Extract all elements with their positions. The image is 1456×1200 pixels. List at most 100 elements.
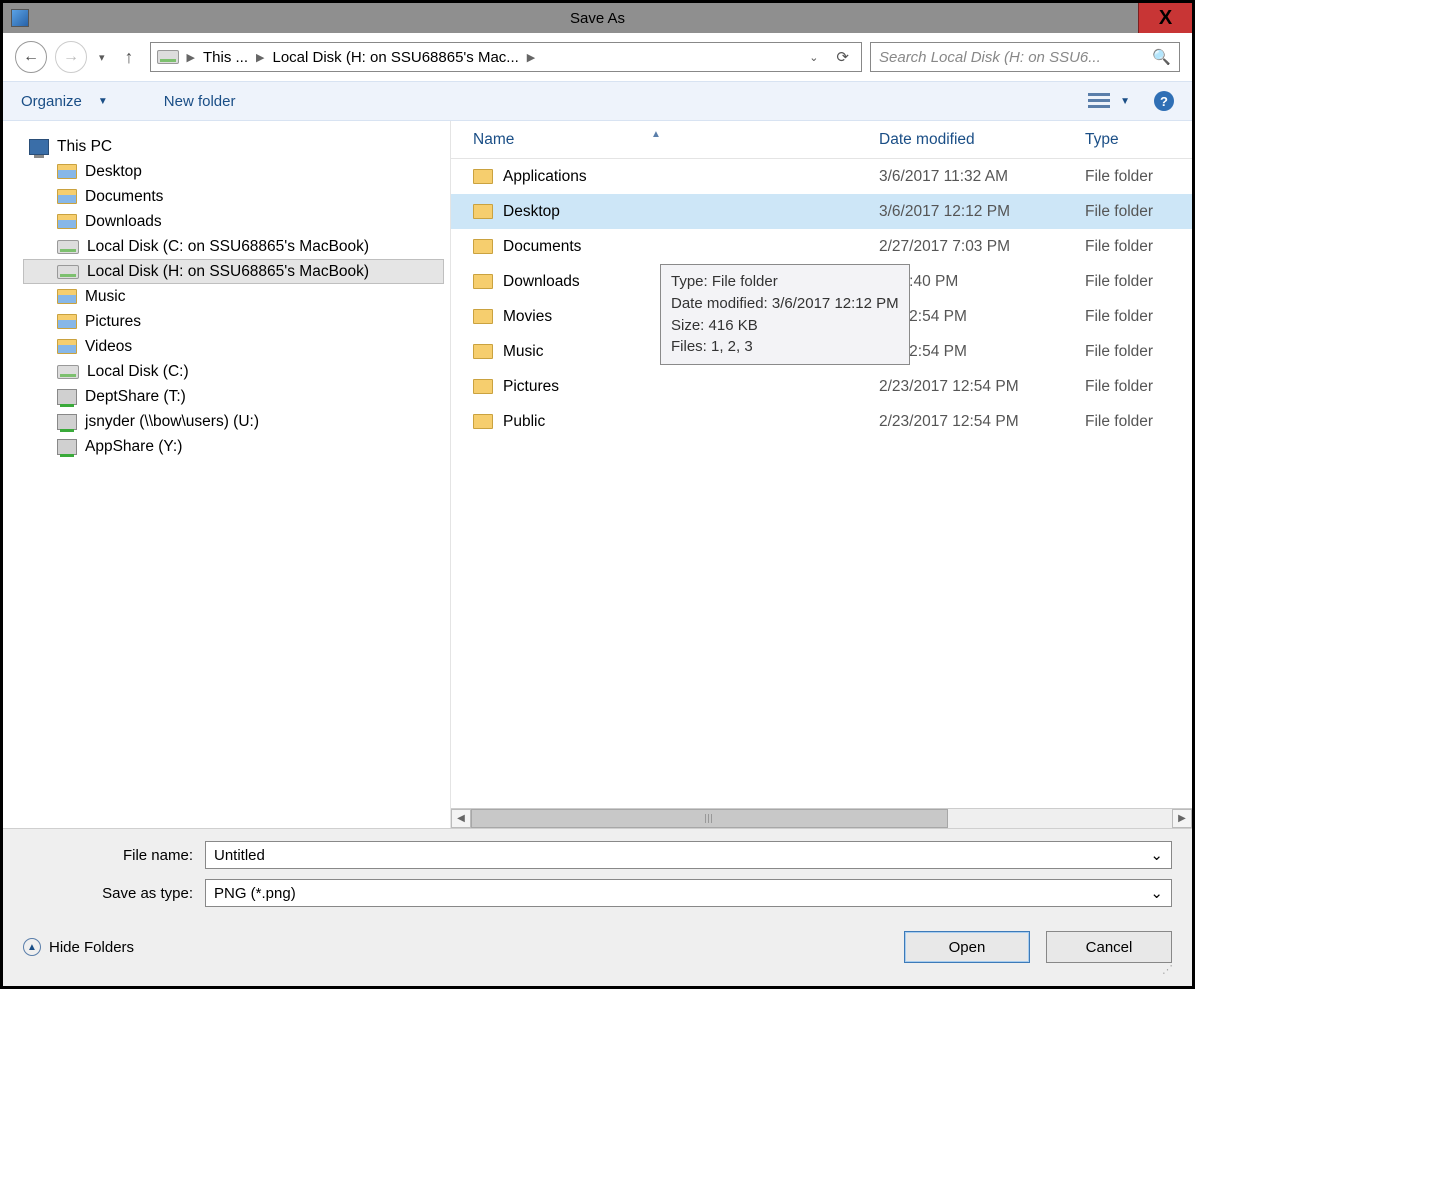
net-icon — [57, 439, 77, 455]
tree-root-label: This PC — [57, 138, 112, 156]
column-date[interactable]: Date modified — [879, 131, 1077, 149]
filename-value: Untitled — [214, 847, 265, 864]
organize-menu[interactable]: Organize ▼ — [21, 93, 108, 110]
forward-button[interactable]: → — [55, 41, 87, 73]
up-button[interactable]: ↑ — [117, 47, 142, 68]
tree-item-label: Local Disk (H: on SSU68865's MacBook) — [87, 263, 369, 281]
main-area: This PC Desktop Documents Downloads Local Di… — [3, 121, 1192, 828]
new-folder-button[interactable]: New folder — [164, 93, 236, 110]
file-name: Downloads — [503, 273, 580, 291]
tree-item[interactable]: Documents — [23, 184, 444, 209]
tree-item[interactable]: Desktop — [23, 159, 444, 184]
file-row[interactable]: Documents2/27/2017 7:03 PMFile folder — [451, 229, 1192, 264]
file-type: File folder — [1077, 273, 1192, 291]
column-type[interactable]: Type — [1077, 131, 1192, 149]
scroll-left-arrow[interactable]: ◀ — [451, 809, 471, 828]
save-as-type-select[interactable]: PNG (*.png) ⌄ — [205, 879, 1172, 907]
chevron-up-icon: ▲ — [23, 938, 41, 956]
cancel-button[interactable]: Cancel — [1046, 931, 1172, 963]
folder-icon — [473, 379, 493, 394]
file-type: File folder — [1077, 378, 1192, 396]
bottom-panel: File name: Untitled ⌄ Save as type: PNG … — [3, 828, 1192, 986]
tree-item-label: jsnyder (\\bow\users) (U:) — [85, 413, 259, 431]
tree-item-label: AppShare (Y:) — [85, 438, 182, 456]
file-name: Public — [503, 413, 545, 431]
address-bar[interactable]: ▶ This ... ▶ Local Disk (H: on SSU68865'… — [150, 42, 862, 72]
resize-grip[interactable]: ⋰ — [23, 963, 1172, 976]
breadcrumb-location[interactable]: Local Disk (H: on SSU68865's Mac... — [272, 49, 518, 66]
chevron-right-icon: ▶ — [254, 51, 266, 64]
file-row[interactable]: Pictures2/23/2017 12:54 PMFile folder — [451, 369, 1192, 404]
organize-label: Organize — [21, 93, 82, 110]
file-row[interactable]: Public2/23/2017 12:54 PMFile folder — [451, 404, 1192, 439]
hide-folders-toggle[interactable]: ▲ Hide Folders — [23, 938, 134, 956]
folder-blue-icon — [57, 189, 77, 204]
file-list[interactable]: Applications3/6/2017 11:32 AMFile folder… — [451, 159, 1192, 808]
folder-blue-icon — [57, 164, 77, 179]
folder-icon — [473, 204, 493, 219]
open-button[interactable]: Open — [904, 931, 1030, 963]
breadcrumb-root[interactable]: This ... — [203, 49, 248, 66]
tree-item[interactable]: jsnyder (\\bow\users) (U:) — [23, 409, 444, 434]
tree-item[interactable]: DeptShare (T:) — [23, 384, 444, 409]
tree-item-label: Videos — [85, 338, 132, 356]
tooltip-size: Size: 416 KB — [671, 315, 899, 337]
refresh-button[interactable]: ⟳ — [830, 48, 855, 66]
tree-item-label: Pictures — [85, 313, 141, 331]
column-name[interactable]: Name ▲ — [451, 131, 879, 149]
file-name: Desktop — [503, 203, 560, 221]
search-placeholder: Search Local Disk (H: on SSU6... — [879, 49, 1101, 66]
tree-item-label: Desktop — [85, 163, 142, 181]
file-row[interactable]: Desktop 3/6/2017 12:12 PMFile folder — [451, 194, 1192, 229]
help-button[interactable]: ? — [1154, 91, 1174, 111]
tree-item[interactable]: Pictures — [23, 309, 444, 334]
tree-root[interactable]: This PC — [23, 135, 444, 159]
file-type: File folder — [1077, 308, 1192, 326]
view-options-button[interactable]: ▼ — [1088, 93, 1130, 109]
file-type: File folder — [1077, 343, 1192, 361]
tooltip-type: Type: File folder — [671, 271, 899, 293]
scroll-track[interactable] — [471, 809, 1172, 828]
back-button[interactable]: ← — [15, 41, 47, 73]
chevron-down-icon[interactable]: ⌄ — [1150, 846, 1163, 864]
tree-item-label: Downloads — [85, 213, 162, 231]
tree-item[interactable]: Downloads — [23, 209, 444, 234]
tree-item-label: Local Disk (C: on SSU68865's MacBook) — [87, 238, 369, 256]
file-name: Movies — [503, 308, 552, 326]
file-date: 3/6/2017 12:12 PM — [879, 203, 1077, 221]
save-as-type-label: Save as type: — [23, 885, 205, 902]
tree-item[interactable]: Local Disk (C:) — [23, 359, 444, 384]
nav-tree[interactable]: This PC Desktop Documents Downloads Local Di… — [3, 121, 450, 828]
save-as-type-value: PNG (*.png) — [214, 885, 296, 902]
recent-locations-dropdown[interactable]: ▾ — [95, 51, 109, 64]
pc-icon — [29, 139, 49, 155]
tree-item[interactable]: Videos — [23, 334, 444, 359]
file-date: 2/27/2017 7:03 PM — [879, 238, 1077, 256]
file-row[interactable]: Applications3/6/2017 11:32 AMFile folder — [451, 159, 1192, 194]
folder-icon — [473, 414, 493, 429]
chevron-down-icon[interactable]: ⌄ — [1150, 884, 1163, 902]
tree-item[interactable]: Music — [23, 284, 444, 309]
scroll-thumb[interactable] — [471, 809, 948, 828]
tree-item[interactable]: AppShare (Y:) — [23, 434, 444, 459]
tree-item[interactable]: Local Disk (C: on SSU68865's MacBook) — [23, 234, 444, 259]
drive-icon — [57, 240, 79, 254]
file-date: 3/6/2017 11:32 AM — [879, 168, 1077, 186]
tree-item[interactable]: Local Disk (H: on SSU68865's MacBook) — [23, 259, 444, 284]
address-dropdown[interactable]: ⌄ — [803, 51, 824, 64]
scroll-right-arrow[interactable]: ▶ — [1172, 809, 1192, 828]
folder-icon — [473, 344, 493, 359]
window-title: Save As — [3, 10, 1192, 27]
tree-item-label: Documents — [85, 188, 163, 206]
file-type: File folder — [1077, 238, 1192, 256]
tree-item-label: DeptShare (T:) — [85, 388, 186, 406]
file-type: File folder — [1077, 203, 1192, 221]
tree-item-label: Local Disk (C:) — [87, 363, 189, 381]
drive-icon — [57, 365, 79, 379]
horizontal-scrollbar[interactable]: ◀ ▶ — [451, 808, 1192, 828]
filename-input[interactable]: Untitled ⌄ — [205, 841, 1172, 869]
drive-icon — [157, 50, 179, 64]
title-bar: Save As X — [3, 3, 1192, 33]
search-input[interactable]: Search Local Disk (H: on SSU6... 🔍 — [870, 42, 1180, 72]
column-name-label: Name — [473, 131, 514, 148]
